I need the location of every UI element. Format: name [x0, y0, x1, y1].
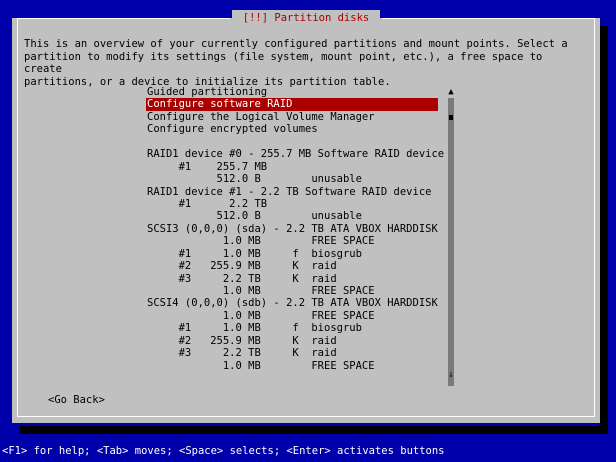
scrollbar-thumb[interactable] — [449, 115, 453, 120]
partition-dialog: [!!] Partition disks This is an overview… — [12, 10, 600, 423]
partition-list[interactable]: Guided partitioning Configure software R… — [146, 86, 444, 372]
list-item-raid1-1-unusable[interactable]: 512.0 B unusable — [146, 210, 438, 222]
list-item-sda-free-space-2[interactable]: 1.0 MB FREE SPACE — [146, 285, 438, 297]
dialog-shadow-right — [600, 26, 608, 426]
list-item-configure-software-raid[interactable]: Configure software RAID — [146, 98, 438, 111]
list-item-raid1-0-unusable[interactable]: 512.0 B unusable — [146, 173, 438, 185]
list-item-sdb-partition-3[interactable]: #3 2.2 TB K raid — [146, 347, 438, 359]
list-item-sdb-partition-1[interactable]: #1 1.0 MB f biosgrub — [146, 322, 438, 334]
scroll-down-arrow-icon[interactable]: ↓ — [448, 369, 454, 381]
list-item-guided-partitioning[interactable]: Guided partitioning — [146, 86, 438, 98]
dialog-title: [!!] Partition disks — [232, 10, 380, 26]
list-item-sda-partition-1[interactable]: #1 1.0 MB f biosgrub — [146, 248, 438, 260]
list-item-sdb-free-space-2[interactable]: 1.0 MB FREE SPACE — [146, 360, 438, 372]
list-item-raid1-0-partition-1[interactable]: #1 255.7 MB — [146, 161, 438, 173]
dialog-shadow — [20, 426, 608, 434]
help-bar: <F1> for help; <Tab> moves; <Space> sele… — [2, 445, 445, 457]
list-item-sdb-disk[interactable]: SCSI4 (0,0,0) (sdb) - 2.2 TB ATA VBOX HA… — [146, 297, 438, 309]
list-item-raid1-device-1[interactable]: RAID1 device #1 - 2.2 TB Software RAID d… — [146, 186, 438, 198]
go-back-button[interactable]: <Go Back> — [48, 394, 105, 406]
list-scrollbar[interactable] — [448, 98, 454, 386]
list-item-sda-partition-2[interactable]: #2 255.9 MB K raid — [146, 260, 438, 272]
list-item-sdb-free-space-1[interactable]: 1.0 MB FREE SPACE — [146, 310, 438, 322]
list-item-configure-encrypted[interactable]: Configure encrypted volumes — [146, 123, 438, 135]
dialog-frame-top-right — [382, 18, 595, 19]
list-item-configure-lvm[interactable]: Configure the Logical Volume Manager — [146, 111, 438, 123]
list-item-sda-free-space-1[interactable]: 1.0 MB FREE SPACE — [146, 235, 438, 247]
dialog-frame-top-left — [17, 18, 230, 19]
list-item-raid1-1-partition-1[interactable]: #1 2.2 TB — [146, 198, 438, 210]
dialog-description: This is an overview of your currently co… — [24, 38, 568, 88]
scroll-up-arrow-icon[interactable]: ▲ — [448, 86, 454, 98]
list-item-sda-partition-3[interactable]: #3 2.2 TB K raid — [146, 273, 438, 285]
list-item-raid1-device-0[interactable]: RAID1 device #0 - 255.7 MB Software RAID… — [146, 148, 444, 160]
list-item-sdb-partition-2[interactable]: #2 255.9 MB K raid — [146, 335, 438, 347]
list-item-sda-disk[interactable]: SCSI3 (0,0,0) (sda) - 2.2 TB ATA VBOX HA… — [146, 223, 438, 235]
